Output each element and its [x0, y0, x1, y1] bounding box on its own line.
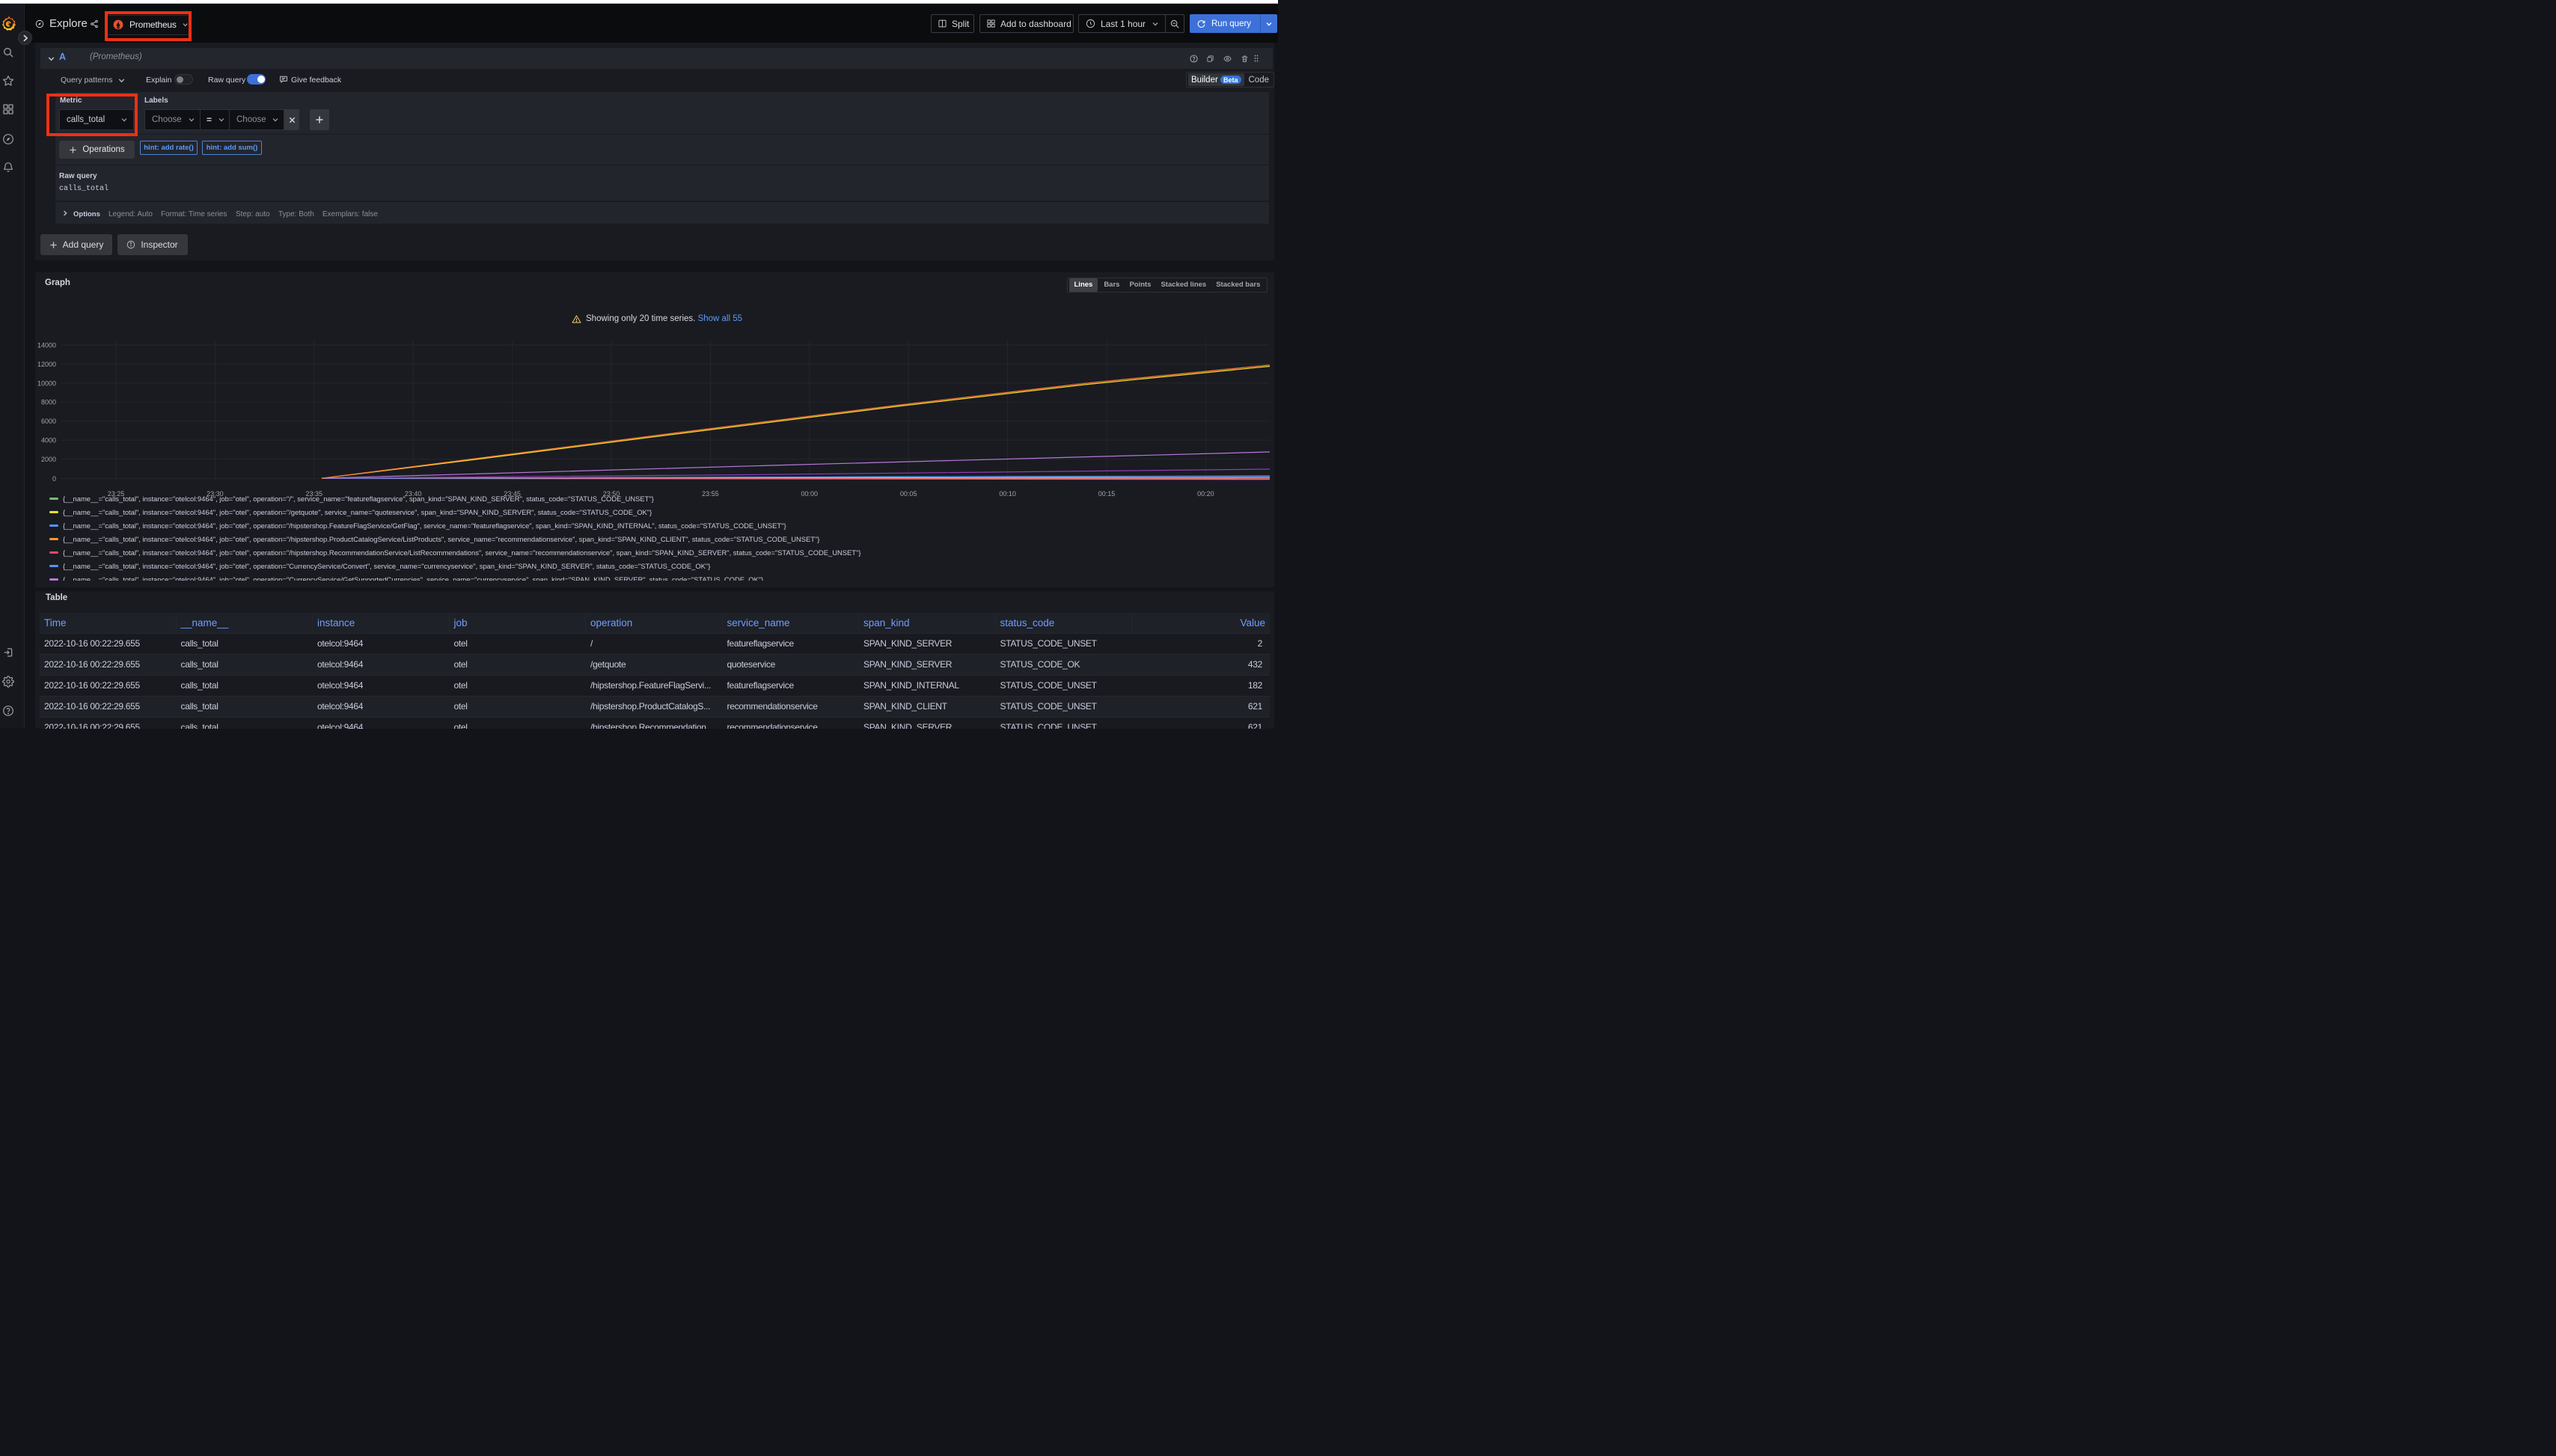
svg-text:8000: 8000: [41, 399, 56, 406]
svg-text:6000: 6000: [41, 417, 56, 425]
svg-text:00:15: 00:15: [1098, 490, 1116, 498]
svg-text:00:10: 00:10: [999, 490, 1016, 498]
svg-text:10000: 10000: [37, 379, 56, 387]
svg-text:0: 0: [52, 475, 56, 483]
svg-text:12000: 12000: [37, 361, 56, 368]
svg-text:00:05: 00:05: [900, 490, 917, 498]
svg-text:14000: 14000: [37, 342, 56, 349]
svg-text:00:20: 00:20: [1197, 490, 1214, 498]
svg-text:4000: 4000: [41, 437, 56, 444]
svg-text:2000: 2000: [41, 456, 56, 463]
